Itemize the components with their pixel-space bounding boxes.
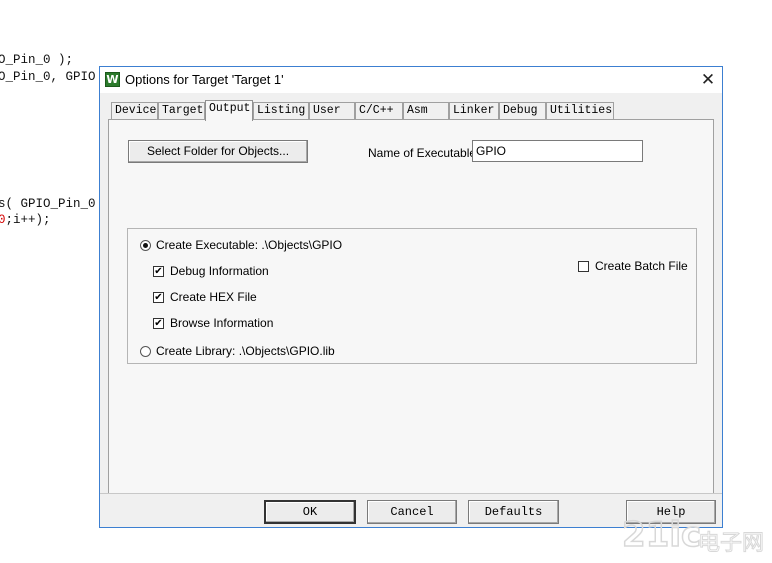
dialog-title: Options for Target 'Target 1': [125, 72, 284, 87]
code-line: 0;i++);: [0, 213, 51, 227]
tab-c-cpp[interactable]: C/C++: [355, 102, 403, 119]
create-hex-file-label: Create HEX File: [170, 290, 257, 304]
create-executable-radio[interactable]: [140, 240, 151, 251]
watermark-logo-icon: 21ic 电子网: [621, 514, 764, 556]
dialog-titlebar[interactable]: W Options for Target 'Target 1' ✕: [100, 67, 722, 93]
create-executable-label: Create Executable: .\Objects\GPIO: [156, 238, 343, 252]
tab-utilities[interactable]: Utilities: [546, 102, 614, 119]
create-hex-file-checkbox[interactable]: ✔: [153, 292, 164, 303]
tab-output[interactable]: Output: [205, 100, 253, 121]
browse-information-label: Browse Information: [170, 316, 274, 330]
defaults-button[interactable]: Defaults: [468, 500, 559, 524]
tab-device[interactable]: Device: [111, 102, 158, 119]
tab-user[interactable]: User: [309, 102, 355, 119]
name-of-executable-label: Name of Executable:: [368, 146, 480, 160]
footer-divider: [100, 493, 722, 494]
keil-app-icon: W: [105, 72, 120, 87]
close-button[interactable]: ✕: [696, 68, 720, 92]
tab-linker[interactable]: Linker: [449, 102, 499, 119]
debug-information-label: Debug Information: [170, 264, 269, 278]
ok-button[interactable]: OK: [264, 500, 356, 524]
select-folder-button[interactable]: Select Folder for Objects...: [128, 140, 308, 163]
create-library-label: Create Library: .\Objects\GPIO.lib: [156, 344, 335, 358]
watermark-subtext: 电子网: [698, 531, 764, 556]
tab-debug[interactable]: Debug: [499, 102, 546, 119]
create-batch-file-checkbox[interactable]: [578, 261, 589, 272]
tab-listing[interactable]: Listing: [253, 102, 309, 119]
browse-information-checkbox[interactable]: ✔: [153, 318, 164, 329]
21ic-watermark-logo: 21ic 电子网: [620, 512, 770, 558]
tab-asm[interactable]: Asm: [403, 102, 449, 119]
debug-information-checkbox[interactable]: ✔: [153, 266, 164, 277]
code-line: O_Pin_0 );: [0, 53, 74, 67]
options-dialog: W Options for Target 'Target 1' ✕ Device…: [99, 66, 723, 528]
cancel-button[interactable]: Cancel: [367, 500, 457, 524]
output-tab-panel: Select Folder for Objects... Name of Exe…: [108, 119, 714, 494]
output-options-group: Create Executable: .\Objects\GPIO ✔ Debu…: [127, 228, 697, 364]
watermark-text: 21ic: [622, 515, 701, 555]
code-text: ;i++);: [5, 213, 51, 227]
create-library-radio[interactable]: [140, 346, 151, 357]
name-of-executable-input[interactable]: [472, 140, 643, 162]
code-line: s( GPIO_Pin_0: [0, 197, 96, 211]
code-line: O_Pin_0, GPIO: [0, 70, 96, 84]
tab-target[interactable]: Target: [158, 102, 205, 119]
create-batch-file-label: Create Batch File: [595, 259, 688, 273]
